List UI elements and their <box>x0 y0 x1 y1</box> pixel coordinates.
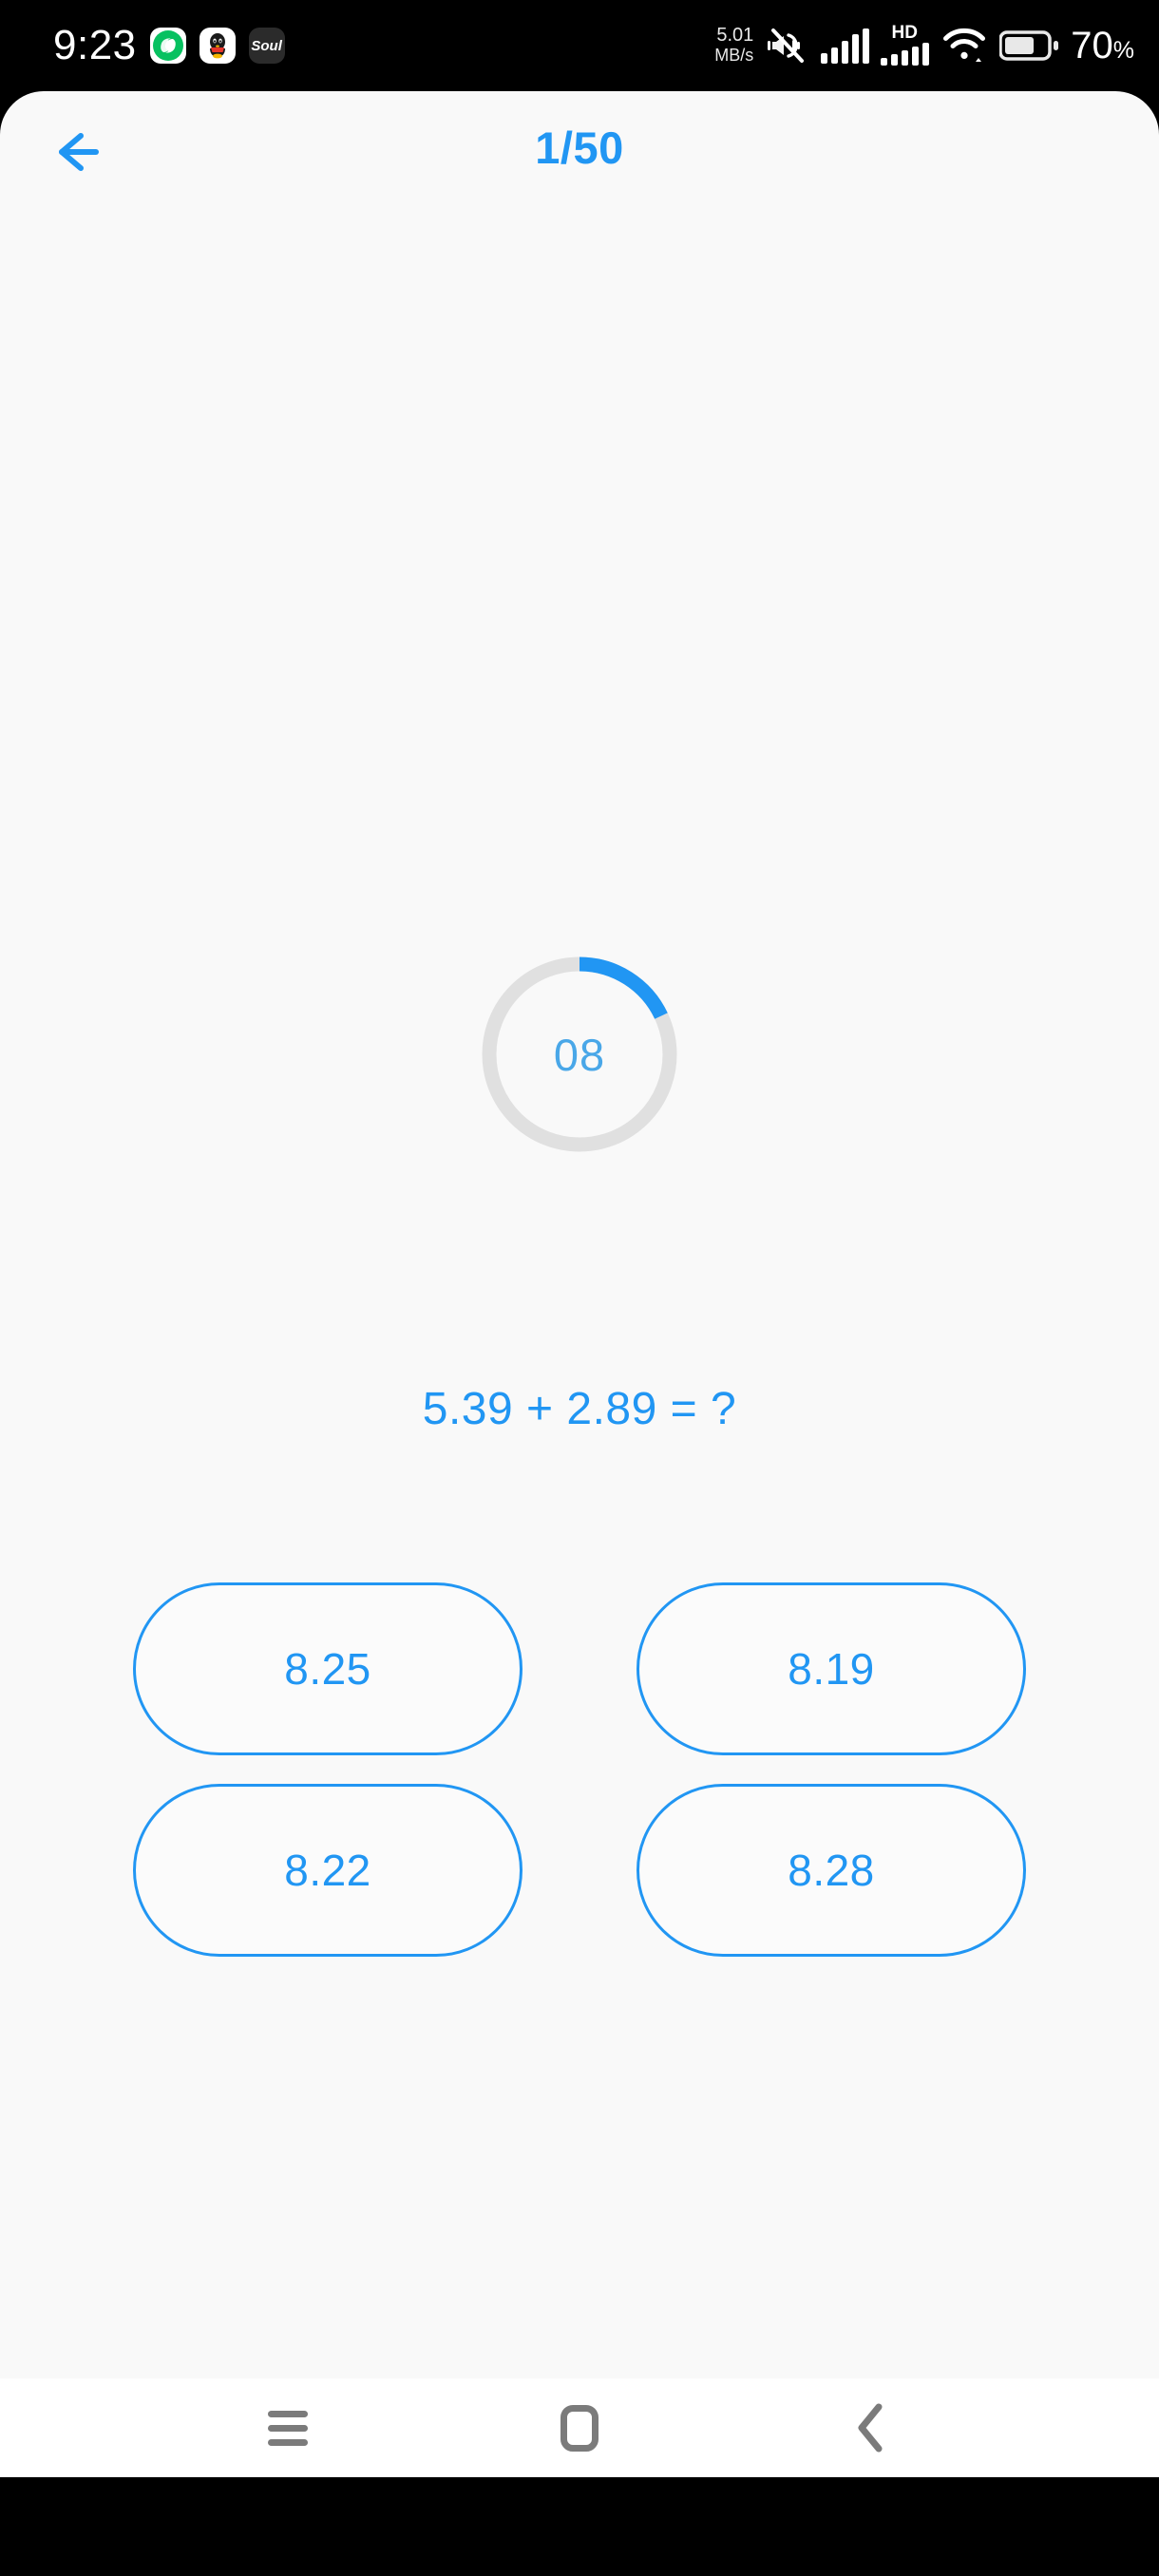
countdown-timer: 08 <box>0 954 1159 1155</box>
battery-percent-value: 70 <box>1071 24 1113 66</box>
phone-screen: 9:23 Soul 5.01 MB/s HD 70% 1/50 08 5.39 … <box>0 0 1159 2576</box>
quiz-content: 08 5.39 + 2.89 = ? 8.25 8.19 8.22 8.28 <box>0 203 1159 2477</box>
battery-percent-symbol: % <box>1112 36 1134 64</box>
answer-options: 8.25 8.19 8.22 8.28 <box>0 1582 1159 1957</box>
mute-vibrate-icon <box>764 25 809 66</box>
battery-percent: 70% <box>1071 25 1134 67</box>
status-bar-right: 5.01 MB/s HD 70% <box>714 24 1134 67</box>
network-speed-indicator: 5.01 MB/s <box>714 26 753 66</box>
qq-icon <box>199 28 236 64</box>
countdown-value: 08 <box>553 1029 606 1080</box>
question-text: 5.39 + 2.89 = ? <box>422 1384 737 1434</box>
status-bar-left: 9:23 Soul <box>53 22 285 69</box>
soul-app-icon: Soul <box>248 28 285 64</box>
hamburger-recents-icon[interactable] <box>231 2378 345 2477</box>
status-clock: 9:23 <box>53 22 137 68</box>
answer-option-4[interactable]: 8.28 <box>636 1784 1026 1957</box>
status-bar: 9:23 Soul 5.01 MB/s HD 70% <box>0 0 1159 91</box>
wifi-icon <box>940 27 989 65</box>
hd-volte-label: HD <box>891 23 918 43</box>
arrow-left-icon[interactable] <box>40 118 127 186</box>
signal-sim1-icon <box>820 28 870 64</box>
wechat-work-icon <box>149 28 186 64</box>
home-square-icon[interactable] <box>522 2378 636 2477</box>
page-title: 1/50 <box>535 122 624 173</box>
app-surface: 1/50 08 5.39 + 2.89 = ? 8.25 8.19 8.22 8… <box>0 91 1159 2477</box>
chevron-left-icon[interactable] <box>814 2378 928 2477</box>
app-header: 1/50 <box>0 91 1159 203</box>
soul-app-icon-label: Soul <box>251 37 282 54</box>
battery-icon <box>999 28 1059 63</box>
answer-option-1[interactable]: 8.25 <box>133 1582 522 1755</box>
network-speed-value: 5.01 <box>716 25 754 46</box>
network-speed-unit: MB/s <box>714 46 754 65</box>
hd-volte-icon: HD <box>880 23 930 66</box>
answer-option-3[interactable]: 8.22 <box>133 1784 522 1957</box>
android-nav-bar <box>0 2378 1159 2477</box>
answer-option-2[interactable]: 8.19 <box>636 1582 1026 1755</box>
